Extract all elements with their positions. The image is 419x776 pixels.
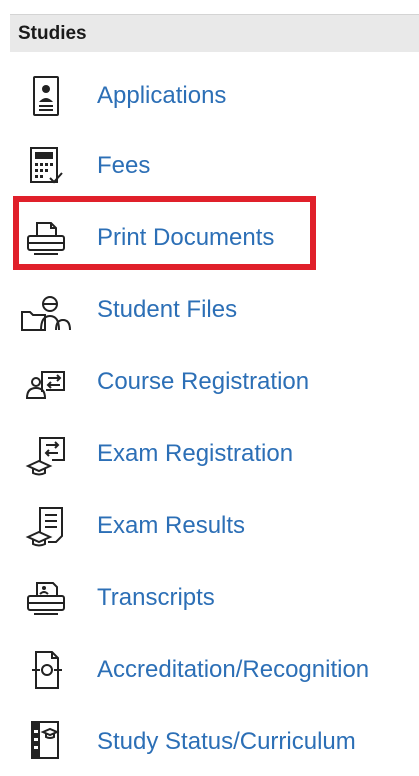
- menu-item-applications[interactable]: Applications: [0, 68, 419, 124]
- student-files-icon: [20, 288, 72, 334]
- exam-registration-icon: [20, 432, 72, 478]
- menu-item-exam-results[interactable]: Exam Results: [0, 498, 419, 554]
- menu-item-label: Print Documents: [97, 224, 275, 251]
- transcripts-icon: [20, 576, 72, 622]
- section-title: Studies: [18, 23, 87, 44]
- studies-menu: Studies Applications Fees Print Document…: [0, 0, 419, 776]
- id-card-icon: [20, 74, 72, 120]
- menu-item-label: Exam Results: [97, 512, 246, 539]
- menu-item-label: Fees: [97, 152, 151, 179]
- menu-item-accreditation-recognition[interactable]: Accreditation/Recognition: [0, 642, 419, 698]
- menu-item-fees[interactable]: Fees: [0, 138, 419, 194]
- study-status-icon: [20, 720, 72, 766]
- menu-item-label: Accreditation/Recognition: [97, 656, 370, 683]
- menu-item-label: Applications: [97, 82, 227, 109]
- menu-item-label: Study Status/Curriculum: [97, 728, 356, 755]
- printer-icon: [20, 216, 72, 262]
- menu-item-study-status-curriculum[interactable]: Study Status/Curriculum: [0, 714, 419, 770]
- section-header: Studies: [10, 14, 419, 52]
- menu-item-course-registration[interactable]: Course Registration: [0, 354, 419, 410]
- menu-item-label: Student Files: [97, 296, 238, 323]
- course-registration-icon: [20, 360, 72, 406]
- menu-item-label: Course Registration: [97, 368, 310, 395]
- menu-item-student-files[interactable]: Student Files: [0, 282, 419, 338]
- calculator-icon: [20, 144, 72, 190]
- menu-item-label: Transcripts: [97, 584, 215, 611]
- menu-item-transcripts[interactable]: Transcripts: [0, 570, 419, 626]
- exam-results-icon: [20, 504, 72, 550]
- menu-item-exam-registration[interactable]: Exam Registration: [0, 426, 419, 482]
- menu-item-label: Exam Registration: [97, 440, 294, 467]
- menu-item-print-documents[interactable]: Print Documents: [0, 210, 419, 266]
- accreditation-icon: [20, 648, 72, 694]
